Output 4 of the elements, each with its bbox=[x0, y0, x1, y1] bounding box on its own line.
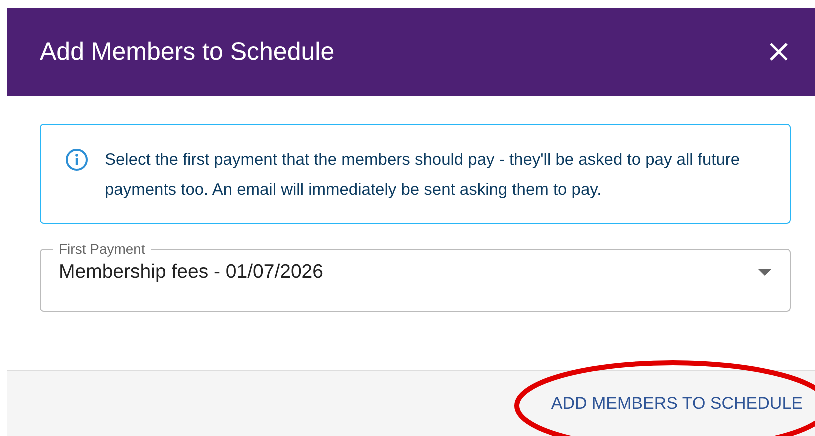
select-value: Membership fees - 01/07/2026 bbox=[59, 260, 324, 285]
info-text: Select the first payment that the members should pay - they'll be asked to pay all future payments too. An email will immediately be sent asking them to pay. bbox=[105, 150, 742, 201]
dialog-title: Add Members to Schedule bbox=[40, 37, 335, 67]
field-label: First Payment bbox=[58, 240, 146, 258]
